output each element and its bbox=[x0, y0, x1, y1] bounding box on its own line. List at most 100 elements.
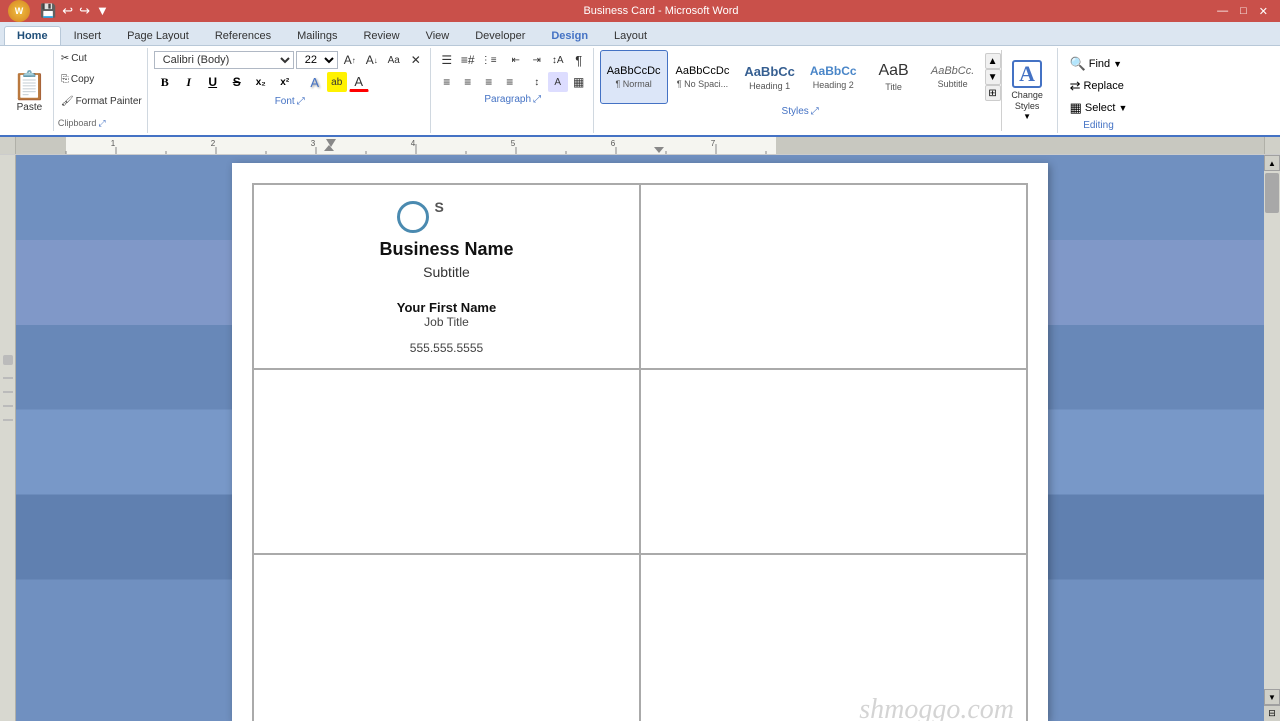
increase-indent-btn[interactable]: ⇥ bbox=[527, 50, 547, 70]
save-quick-btn[interactable]: 💾 bbox=[40, 3, 56, 19]
redo-quick-btn[interactable]: ↪ bbox=[79, 3, 90, 19]
sort-btn[interactable]: ↕A bbox=[548, 50, 568, 70]
line-spacing-btn[interactable]: ↕ bbox=[527, 72, 547, 92]
change-styles-button[interactable]: A ChangeStyles ▼ bbox=[1001, 50, 1053, 131]
show-hide-btn[interactable]: ¶ bbox=[569, 50, 589, 70]
clipboard-expand-icon[interactable]: ⤢ bbox=[98, 118, 105, 129]
find-button[interactable]: 🔍 Find ▼ bbox=[1064, 54, 1134, 74]
card-person-name: Your First Name bbox=[397, 300, 496, 315]
tab-layout[interactable]: Layout bbox=[601, 26, 660, 45]
card-cell-bot-right[interactable]: shmoggo.com bbox=[640, 554, 1027, 721]
vertical-scrollbar: ▲ ▼ ⊟ bbox=[1264, 155, 1280, 721]
font-color-btn[interactable]: A bbox=[349, 72, 369, 92]
scroll-thumb[interactable] bbox=[1265, 173, 1279, 213]
format-painter-button[interactable]: 🖌 Format Painter bbox=[58, 95, 145, 108]
business-name: Business Name bbox=[379, 239, 513, 260]
ribbon: 📋 Paste ✂ Cut ⎘ Copy 🖌 Format Painter Cl… bbox=[0, 46, 1280, 137]
card-cell-bot-left[interactable] bbox=[253, 554, 640, 721]
styles-content: AaBbCcDc ¶ Normal AaBbCcDc ¶ No Spaci...… bbox=[600, 50, 1001, 131]
replace-button[interactable]: ⇄ Replace bbox=[1064, 76, 1134, 96]
view-mode-btn[interactable]: ⊟ bbox=[1264, 705, 1280, 721]
close-btn[interactable]: ✕ bbox=[1255, 5, 1272, 18]
copy-button[interactable]: ⎘ Copy bbox=[58, 73, 145, 86]
superscript-button[interactable]: x² bbox=[274, 72, 296, 92]
maximize-btn[interactable]: □ bbox=[1236, 5, 1251, 18]
tab-review[interactable]: Review bbox=[350, 26, 412, 45]
svg-text:5: 5 bbox=[511, 139, 516, 148]
office-button[interactable]: W bbox=[8, 0, 30, 22]
card-cell-top-left[interactable]: S Business Name Subtitle Your First Name… bbox=[253, 184, 640, 369]
tab-view[interactable]: View bbox=[413, 26, 463, 45]
multilevel-btn[interactable]: ⋮≡ bbox=[479, 50, 499, 70]
tab-insert[interactable]: Insert bbox=[61, 26, 115, 45]
font-shrink-btn[interactable]: A↓ bbox=[362, 50, 382, 70]
italic-button[interactable]: I bbox=[178, 72, 200, 92]
ruler-main[interactable]: 1 2 3 4 5 6 7 bbox=[16, 137, 1264, 154]
card-cell-mid-left[interactable] bbox=[253, 369, 640, 554]
tab-references[interactable]: References bbox=[202, 26, 284, 45]
style-normal-preview: AaBbCcDc bbox=[607, 65, 661, 77]
align-left-btn[interactable]: ≡ bbox=[437, 72, 457, 92]
bold-button[interactable]: B bbox=[154, 72, 176, 92]
scroll-up-btn[interactable]: ▲ bbox=[1264, 155, 1280, 171]
document[interactable]: S Business Name Subtitle Your First Name… bbox=[232, 163, 1048, 721]
clipboard-label: Clipboard ⤢ bbox=[58, 118, 145, 129]
tab-page-layout[interactable]: Page Layout bbox=[114, 26, 202, 45]
undo-quick-btn[interactable]: ↩ bbox=[62, 3, 73, 19]
left-panel-icon-4 bbox=[3, 405, 13, 407]
shading-btn[interactable]: A bbox=[548, 72, 568, 92]
style-no-spacing[interactable]: AaBbCcDc ¶ No Spaci... bbox=[669, 50, 737, 104]
highlight-btn[interactable]: ab bbox=[327, 72, 347, 92]
subscript-button[interactable]: x₂ bbox=[250, 72, 272, 92]
style-normal[interactable]: AaBbCcDc ¶ Normal bbox=[600, 50, 668, 104]
align-right-btn[interactable]: ≡ bbox=[479, 72, 499, 92]
change-case-btn[interactable]: Aa bbox=[384, 50, 404, 70]
cut-button[interactable]: ✂ Cut bbox=[58, 52, 145, 65]
font-row-1: Calibri (Body) 22 11 12 14 18 24 A↑ A↓ A… bbox=[154, 50, 426, 70]
scroll-down-btn[interactable]: ▼ bbox=[1264, 689, 1280, 705]
format-painter-icon: 🖌 bbox=[61, 96, 74, 107]
style-no-spacing-preview: AaBbCcDc bbox=[676, 65, 730, 77]
text-effects-btn[interactable]: A bbox=[305, 72, 325, 92]
svg-text:7: 7 bbox=[711, 139, 716, 148]
scroll-track[interactable] bbox=[1265, 171, 1279, 689]
style-heading2[interactable]: AaBbCc Heading 2 bbox=[803, 50, 864, 104]
strikethrough-button[interactable]: S bbox=[226, 72, 248, 92]
decrease-indent-btn[interactable]: ⇤ bbox=[506, 50, 526, 70]
more-quick-btn[interactable]: ▼ bbox=[96, 3, 109, 19]
bullets-btn[interactable]: ☰ bbox=[437, 50, 457, 70]
styles-more-arrow[interactable]: ⊞ bbox=[985, 85, 1001, 101]
select-arrow: ▼ bbox=[1118, 103, 1127, 113]
tab-developer[interactable]: Developer bbox=[462, 26, 538, 45]
font-size-select[interactable]: 22 11 12 14 18 24 bbox=[296, 51, 338, 69]
paste-button[interactable]: 📋 Paste bbox=[6, 50, 54, 131]
card-cell-mid-right[interactable] bbox=[640, 369, 1027, 554]
tab-home[interactable]: Home bbox=[4, 26, 61, 45]
styles-up-arrow[interactable]: ▲ bbox=[985, 53, 1001, 69]
styles-down-arrow[interactable]: ▼ bbox=[985, 69, 1001, 85]
style-title[interactable]: AaB Title bbox=[865, 50, 923, 104]
tab-design[interactable]: Design bbox=[538, 26, 601, 45]
style-heading1-preview: AaBbCc bbox=[744, 64, 795, 79]
logo-s-letter: S bbox=[435, 199, 444, 217]
styles-expand-icon[interactable]: ⤢ bbox=[811, 106, 819, 117]
select-button[interactable]: ▦ Select ▼ bbox=[1064, 98, 1134, 118]
underline-button[interactable]: U bbox=[202, 72, 224, 92]
font-expand-icon[interactable]: ⤢ bbox=[297, 96, 305, 107]
align-center-btn[interactable]: ≡ bbox=[458, 72, 478, 92]
font-row-2: B I U S x₂ x² A ab A bbox=[154, 72, 426, 92]
change-styles-label: ChangeStyles bbox=[1011, 90, 1043, 112]
style-heading1[interactable]: AaBbCc Heading 1 bbox=[737, 50, 802, 104]
numbering-btn[interactable]: ≡# bbox=[458, 50, 478, 70]
clear-formatting-btn[interactable]: ✕ bbox=[406, 50, 426, 70]
style-subtitle[interactable]: AaBbCc. Subtitle bbox=[924, 50, 982, 104]
minimize-btn[interactable]: — bbox=[1213, 5, 1232, 18]
tab-mailings[interactable]: Mailings bbox=[284, 26, 350, 45]
font-name-select[interactable]: Calibri (Body) bbox=[154, 51, 294, 69]
justify-btn[interactable]: ≡ bbox=[500, 72, 520, 92]
borders-btn[interactable]: ▦ bbox=[569, 72, 589, 92]
paragraph-expand-icon[interactable]: ⤢ bbox=[533, 94, 541, 105]
card-cell-top-right[interactable] bbox=[640, 184, 1027, 369]
style-heading2-preview: AaBbCc bbox=[810, 64, 857, 78]
font-grow-btn[interactable]: A↑ bbox=[340, 50, 360, 70]
